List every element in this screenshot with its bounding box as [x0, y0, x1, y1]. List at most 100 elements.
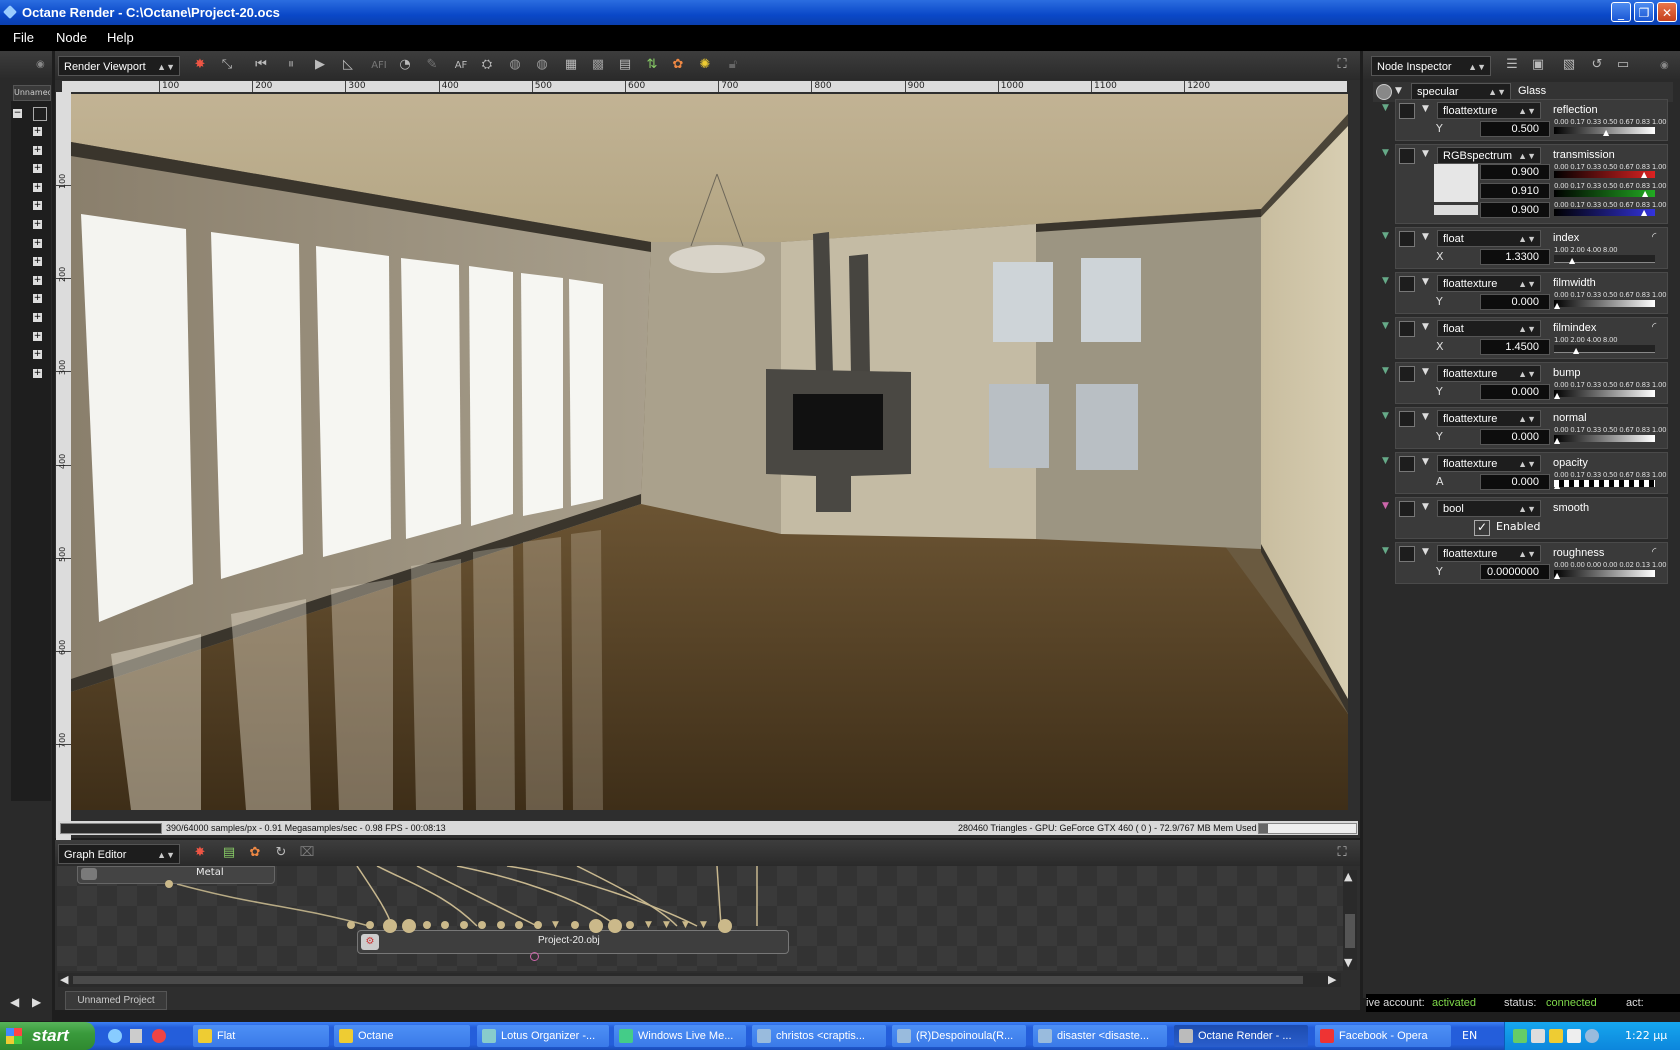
outliner-expand-icon[interactable]: +: [33, 313, 42, 322]
scene-node-icon[interactable]: [33, 107, 47, 121]
menu-file[interactable]: File: [13, 30, 34, 45]
folder-tray-icon[interactable]: [1549, 1029, 1563, 1043]
param-collapse-icon[interactable]: ▼: [1422, 149, 1429, 159]
param-type-selector[interactable]: floattexture ▲▼: [1437, 102, 1541, 119]
reset-node-icon[interactable]: ↺: [1588, 56, 1606, 74]
graph-reset-icon[interactable]: ✸: [191, 844, 209, 862]
color-slider[interactable]: [1554, 209, 1655, 216]
outliner-expand-icon[interactable]: +: [33, 201, 42, 211]
slider-marker-icon[interactable]: ▲: [1641, 208, 1647, 217]
graph-input-pin[interactable]: ▼: [700, 921, 708, 930]
graph-input-pin[interactable]: [534, 921, 542, 929]
taskbar-task[interactable]: disaster <disaste...: [1033, 1025, 1167, 1047]
taskbar-task[interactable]: Windows Live Me...: [614, 1025, 746, 1047]
outliner-expand-icon[interactable]: +: [33, 257, 42, 267]
graph-editor-selector[interactable]: Graph Editor ▲▼: [58, 844, 180, 864]
graph-input-pin[interactable]: [515, 921, 523, 929]
checker-icon[interactable]: ▩: [589, 56, 607, 74]
graph-reload-icon[interactable]: ↻: [272, 844, 290, 862]
param-type-selector[interactable]: float ▲▼: [1437, 320, 1541, 337]
param-slider[interactable]: [1554, 345, 1655, 353]
color-slider[interactable]: [1554, 171, 1655, 178]
param-value[interactable]: 0.500: [1480, 121, 1550, 137]
param-slider[interactable]: [1554, 435, 1655, 442]
close-button[interactable]: ✕: [1657, 2, 1677, 22]
param-value[interactable]: 1.3300: [1480, 249, 1550, 265]
taskbar-task[interactable]: Octane: [334, 1025, 470, 1047]
slider-marker-icon[interactable]: ▲: [1642, 189, 1648, 198]
color-slider[interactable]: [1554, 190, 1655, 197]
param-collapse-icon[interactable]: ▼: [1422, 232, 1429, 242]
param-type-selector[interactable]: floattexture ▲▼: [1437, 545, 1541, 562]
param-type-selector[interactable]: float ▲▼: [1437, 230, 1541, 247]
slider-marker-icon[interactable]: ▲: [1554, 301, 1560, 310]
color-swatch[interactable]: [1434, 164, 1478, 202]
graph-input-pin[interactable]: [347, 921, 355, 929]
slider-marker-icon[interactable]: ▲: [1603, 128, 1609, 137]
graph-input-pin[interactable]: [718, 919, 732, 933]
graph-output-pin[interactable]: [530, 952, 539, 961]
param-collapse-icon[interactable]: ▼: [1422, 412, 1429, 422]
language-indicator[interactable]: EN: [1462, 1029, 1477, 1042]
rewind-icon[interactable]: ⏮: [252, 56, 270, 74]
param-type-selector[interactable]: floattexture ▲▼: [1437, 410, 1541, 427]
expand-all-icon[interactable]: ▣: [1529, 56, 1547, 74]
doc-tray-icon[interactable]: [1567, 1029, 1581, 1043]
param-value[interactable]: 0.000: [1480, 294, 1550, 310]
maximize-graph-icon[interactable]: ⛶: [1333, 844, 1351, 862]
transmission-value[interactable]: 0.910: [1480, 183, 1550, 199]
taskbar-task[interactable]: Lotus Organizer -...: [477, 1025, 609, 1047]
slider-marker-icon[interactable]: ▲: [1554, 571, 1560, 580]
graph-input-pin[interactable]: [460, 921, 468, 929]
outliner-expand-icon[interactable]: +: [33, 331, 42, 341]
scroll-right-icon[interactable]: ▶: [1328, 973, 1336, 986]
outliner-expand-icon[interactable]: +: [33, 182, 42, 192]
inspector-layout-icon[interactable]: ▭: [1614, 56, 1632, 74]
smooth-checkbox[interactable]: ✓: [1474, 520, 1490, 536]
param-slider[interactable]: [1554, 390, 1655, 397]
slider-marker-icon[interactable]: ▲: [1554, 481, 1560, 490]
param-collapse-icon[interactable]: ▼: [1422, 502, 1429, 512]
messenger-tray-icon[interactable]: [1585, 1029, 1599, 1043]
sphere-icon[interactable]: ◍: [506, 56, 524, 74]
shrink-icon[interactable]: ⤡: [218, 56, 236, 74]
app-quicklaunch-icon[interactable]: [152, 1029, 166, 1043]
panel-prev-icon[interactable]: ◀: [10, 995, 19, 1009]
sphere-alt-icon[interactable]: ◍: [533, 56, 551, 74]
graph-node-mesh[interactable]: ⚙ Project-20.obj: [357, 930, 789, 954]
param-pin-icon[interactable]: ▼: [1382, 501, 1389, 511]
play-icon[interactable]: ▶: [311, 56, 329, 74]
graph-node-metal[interactable]: Metal: [77, 866, 275, 884]
focus-picker-icon[interactable]: ◺: [339, 56, 357, 74]
render-output-image[interactable]: [71, 94, 1348, 810]
outliner-expand-icon[interactable]: +: [33, 350, 42, 360]
param-type-selector[interactable]: floattexture ▲▼: [1437, 365, 1541, 382]
param-value[interactable]: 0.0000000: [1480, 564, 1550, 580]
left-panel-tab[interactable]: Unnamed: [13, 85, 51, 101]
param-type-selector[interactable]: bool ▲▼: [1437, 500, 1541, 517]
param-pin-icon[interactable]: ▼: [1382, 231, 1389, 241]
inspector-options-icon[interactable]: ◉: [1660, 60, 1669, 71]
param-type-selector[interactable]: floattexture ▲▼: [1437, 455, 1541, 472]
af-off-icon[interactable]: AFI: [370, 57, 388, 75]
graph-input-pin[interactable]: ▼: [552, 921, 560, 930]
slider-marker-icon[interactable]: ▲: [1641, 170, 1647, 179]
outliner-expand-icon[interactable]: +: [33, 275, 42, 285]
autofocus-icon[interactable]: AF: [452, 57, 470, 75]
outliner-expand-icon[interactable]: +: [33, 238, 42, 248]
param-collapse-icon[interactable]: ▼: [1422, 322, 1429, 332]
curve-icon[interactable]: ◜: [1652, 545, 1656, 558]
outliner-expand-icon[interactable]: +: [33, 368, 42, 378]
sun-icon[interactable]: ✺: [696, 56, 714, 74]
outliner-expand-icon[interactable]: +: [33, 164, 42, 174]
param-collapse-icon[interactable]: ▼: [1422, 547, 1429, 557]
graph-vertical-scrollbar[interactable]: ▲ ▼: [1343, 870, 1357, 970]
graph-input-pin[interactable]: [366, 921, 374, 929]
transmission-value[interactable]: 0.900: [1480, 164, 1550, 180]
graph-input-pin[interactable]: [423, 921, 431, 929]
film-icon[interactable]: ✿: [669, 56, 687, 74]
graph-input-pin[interactable]: [478, 921, 486, 929]
menu-node[interactable]: Node: [56, 30, 87, 45]
taskbar-task[interactable]: Octane Render - ...: [1174, 1025, 1308, 1047]
taskbar-task[interactable]: (R)Despoinoula(R...: [892, 1025, 1026, 1047]
